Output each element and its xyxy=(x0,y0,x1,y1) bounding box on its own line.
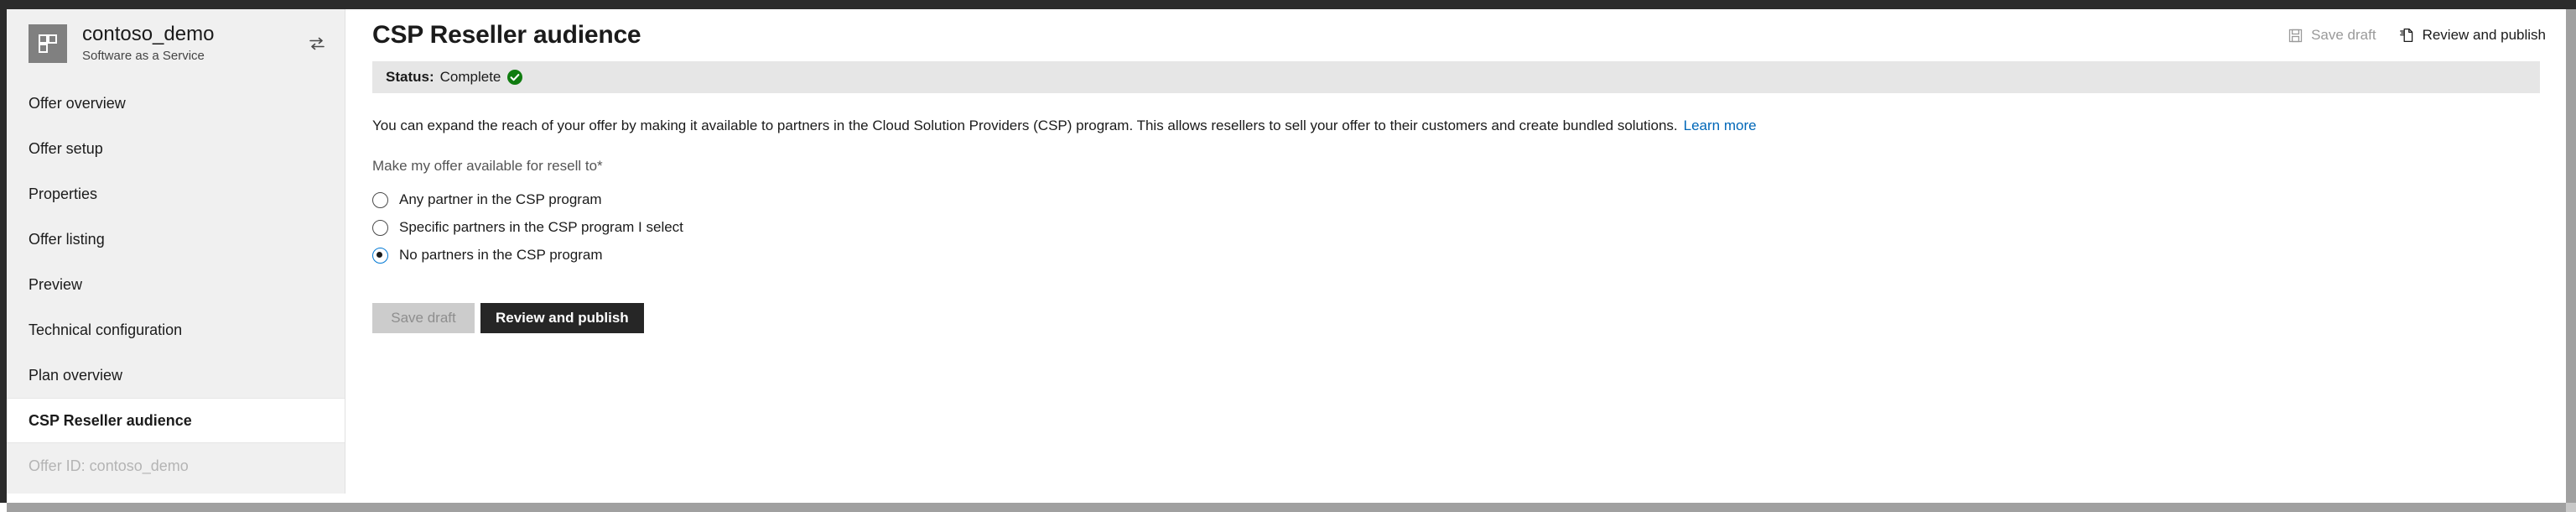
app-window: contoso_demo Software as a Service Offer… xyxy=(0,0,2576,512)
blocks-logo-icon xyxy=(29,24,67,63)
required-marker: * xyxy=(597,157,603,174)
sidebar-nav: Offer overview Offer setup Properties Of… xyxy=(7,81,345,488)
sidebar-item-label: Preview xyxy=(29,276,83,294)
radio-option-specific-partners[interactable]: Specific partners in the CSP program I s… xyxy=(372,214,2540,242)
horizontal-scrollbar[interactable] xyxy=(7,503,2566,512)
learn-more-link[interactable]: Learn more xyxy=(1684,118,1757,133)
header-save-draft-label: Save draft xyxy=(2311,27,2376,43)
sidebar-item-csp-reseller-audience[interactable]: CSP Reseller audience xyxy=(7,398,345,444)
header-review-publish-button[interactable]: Review and publish xyxy=(2399,27,2546,44)
sidebar-item-label: CSP Reseller audience xyxy=(29,411,192,429)
header-actions: Save draft Review and publish xyxy=(2288,27,2546,44)
resell-field-label: Make my offer available for resell to* xyxy=(372,158,2540,175)
sidebar-item-label: Offer setup xyxy=(29,140,103,158)
sidebar-item-technical-configuration[interactable]: Technical configuration xyxy=(7,307,345,353)
sidebar-item-label: Plan overview xyxy=(29,367,123,384)
sidebar-item-offer-listing[interactable]: Offer listing xyxy=(7,217,345,262)
radio-option-label: No partners in the CSP program xyxy=(399,247,603,264)
switch-offer-icon[interactable] xyxy=(306,33,328,55)
description-paragraph: You can expand the reach of your offer b… xyxy=(372,116,2540,136)
sidebar-item-label: Technical configuration xyxy=(29,321,183,339)
main-body: You can expand the reach of your offer b… xyxy=(346,116,2566,333)
status-value: Complete xyxy=(439,69,501,85)
window-top-bar xyxy=(0,0,2576,9)
sidebar-item-preview[interactable]: Preview xyxy=(7,262,345,307)
sidebar: contoso_demo Software as a Service Offer… xyxy=(7,9,345,494)
description-text: You can expand the reach of your offer b… xyxy=(372,118,1678,133)
main-content: CSP Reseller audience Save draft Review … xyxy=(346,9,2566,494)
sidebar-offer-id: Offer ID: contoso_demo xyxy=(29,457,189,474)
sidebar-item-plan-overview[interactable]: Plan overview xyxy=(7,353,345,398)
sidebar-item-label: Offer listing xyxy=(29,231,105,248)
page-title: CSP Reseller audience xyxy=(372,21,641,49)
radio-icon-selected xyxy=(372,247,388,264)
sidebar-item-offer-overview[interactable]: Offer overview xyxy=(7,81,345,126)
radio-option-any-partner[interactable]: Any partner in the CSP program xyxy=(372,186,2540,214)
sidebar-item-label: Offer overview xyxy=(29,95,126,112)
sidebar-item-offer-setup[interactable]: Offer setup xyxy=(7,126,345,171)
resell-field-label-text: Make my offer available for resell to xyxy=(372,157,598,174)
review-and-publish-button[interactable]: Review and publish xyxy=(480,302,644,333)
status-bar: Status: Complete xyxy=(372,61,2540,93)
radio-option-label: Specific partners in the CSP program I s… xyxy=(399,219,683,236)
status-label: Status: xyxy=(386,69,434,85)
sidebar-item-label: Properties xyxy=(29,185,98,203)
green-check-icon xyxy=(506,69,523,86)
radio-option-label: Any partner in the CSP program xyxy=(399,191,602,208)
resell-audience-radio-group: Any partner in the CSP program Specific … xyxy=(372,186,2540,269)
sidebar-item-properties[interactable]: Properties xyxy=(7,171,345,217)
radio-option-no-partners[interactable]: No partners in the CSP program xyxy=(372,242,2540,269)
radio-icon xyxy=(372,219,388,236)
save-draft-button[interactable]: Save draft xyxy=(372,302,475,333)
radio-icon xyxy=(372,191,388,208)
offer-name: contoso_demo xyxy=(82,23,215,45)
main-header: CSP Reseller audience Save draft Review … xyxy=(346,9,2566,61)
header-review-publish-label: Review and publish xyxy=(2422,27,2546,43)
vertical-scrollbar[interactable] xyxy=(2566,9,2576,503)
offer-header: contoso_demo Software as a Service xyxy=(7,9,345,76)
publish-document-icon xyxy=(2399,28,2414,43)
left-rail xyxy=(0,9,7,503)
footer-actions: Save draft Review and publish xyxy=(372,302,2540,333)
offer-type: Software as a Service xyxy=(82,48,205,63)
save-floppy-icon xyxy=(2288,29,2303,43)
scrollbar-corner xyxy=(2566,503,2576,512)
header-save-draft-button[interactable]: Save draft xyxy=(2288,27,2376,44)
offer-identity: contoso_demo Software as a Service xyxy=(82,23,291,64)
